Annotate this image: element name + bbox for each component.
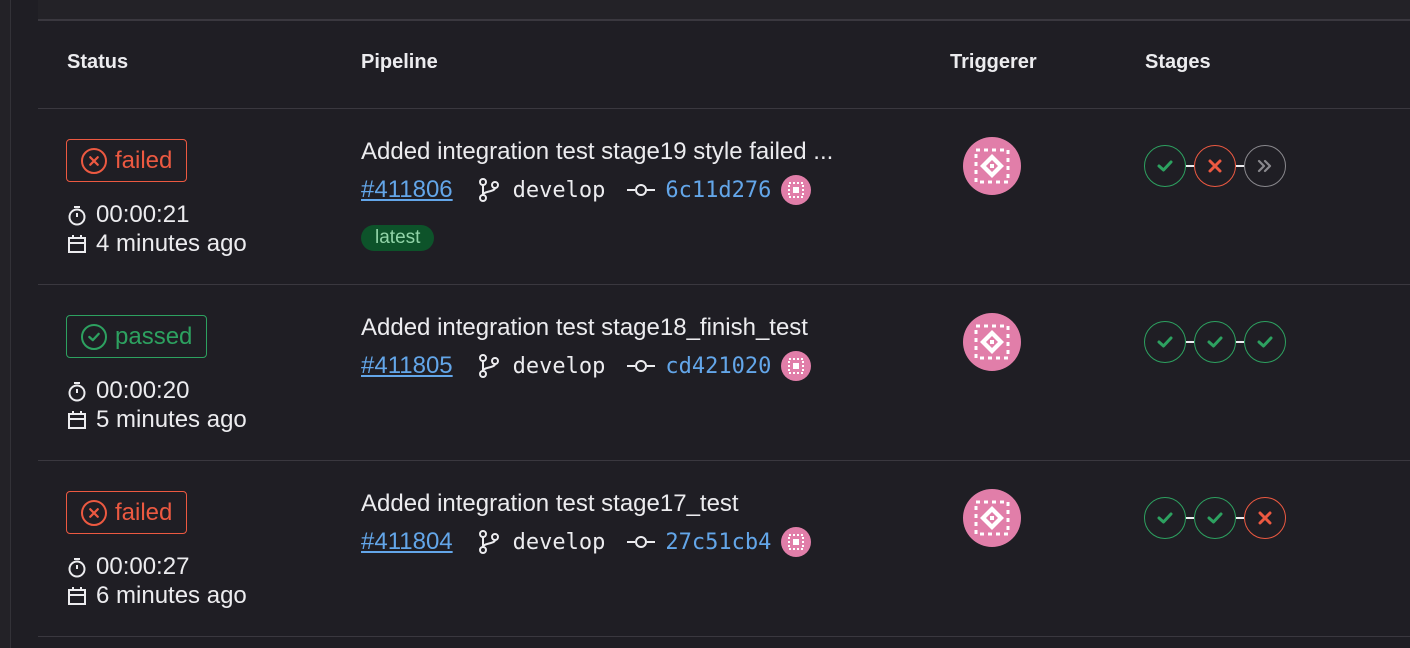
header-triggerer: Triggerer — [950, 51, 1037, 73]
status-label: failed — [115, 146, 173, 174]
stages-graph — [1144, 321, 1286, 363]
commit-sha-link[interactable]: 6c11d276 — [665, 178, 771, 203]
finished-text: 5 minutes ago — [96, 406, 247, 433]
commit-icon — [627, 183, 656, 197]
finished-at: 4 minutes ago — [66, 230, 247, 258]
calendar-icon — [66, 585, 88, 607]
finished-at: 5 minutes ago — [66, 406, 247, 434]
check-icon — [1156, 157, 1174, 175]
check-icon — [1206, 333, 1224, 351]
check-icon — [1256, 333, 1274, 351]
branch-link[interactable]: develop — [513, 354, 606, 379]
finished-text: 4 minutes ago — [96, 230, 247, 257]
latest-tag: latest — [361, 225, 435, 251]
table-row: passed 00:00:20 5 minutes ago Added inte… — [38, 285, 1410, 461]
stage-connector — [1186, 517, 1194, 519]
commit-author-avatar[interactable] — [781, 527, 812, 557]
commit-title[interactable]: Added integration test stage17_test — [361, 490, 739, 518]
pipeline-id-link[interactable]: #411806 — [361, 176, 453, 204]
finished-text: 6 minutes ago — [96, 582, 247, 609]
duration-text: 00:00:21 — [96, 201, 190, 228]
status-badge-failed[interactable]: failed — [66, 139, 188, 182]
finished-at: 6 minutes ago — [66, 582, 247, 610]
check-icon — [1206, 509, 1224, 527]
table-header: Status Pipeline Triggerer Stages — [38, 21, 1410, 109]
stage-failed-button[interactable] — [1194, 145, 1236, 187]
stage-success-button[interactable] — [1194, 321, 1236, 363]
x-icon — [1257, 510, 1273, 526]
skipped-icon — [1256, 157, 1274, 175]
commit-icon — [627, 359, 656, 373]
commit-title[interactable]: Added integration test stage18_finish_te… — [361, 314, 808, 342]
stage-connector — [1236, 165, 1244, 167]
triggerer-avatar[interactable] — [963, 137, 1021, 195]
pipeline-meta: #411805 develop cd421020 — [361, 351, 812, 381]
stage-success-button[interactable] — [1144, 321, 1186, 363]
branch-link[interactable]: develop — [513, 178, 606, 203]
x-circle-icon — [81, 147, 107, 174]
branch-icon — [477, 529, 501, 555]
duration-text: 00:00:20 — [96, 377, 190, 404]
stage-connector — [1186, 165, 1194, 167]
table-row: failed 00:00:21 4 minutes ago Added inte… — [38, 109, 1410, 285]
left-gutter — [0, 0, 11, 648]
branch-link[interactable]: develop — [513, 530, 606, 555]
header-status: Status — [67, 51, 129, 73]
status-label: failed — [115, 498, 173, 526]
commit-sha-link[interactable]: cd421020 — [665, 354, 771, 379]
branch-icon — [477, 177, 501, 203]
status-badge-passed[interactable]: passed — [66, 315, 208, 358]
commit-title[interactable]: Added integration test stage19 style fai… — [361, 138, 833, 166]
status-badge-failed[interactable]: failed — [66, 491, 188, 534]
stage-success-button[interactable] — [1144, 145, 1186, 187]
status-label: passed — [115, 322, 193, 350]
timer-icon — [66, 204, 88, 226]
stages-graph — [1144, 145, 1286, 187]
pipeline-meta: #411804 develop 27c51cb4 — [361, 527, 812, 557]
top-band — [38, 0, 1410, 21]
calendar-icon — [66, 409, 88, 431]
header-stages: Stages — [1145, 51, 1211, 73]
x-icon — [1207, 158, 1223, 174]
check-icon — [1156, 509, 1174, 527]
commit-author-avatar[interactable] — [781, 175, 812, 205]
stage-success-button[interactable] — [1144, 497, 1186, 539]
branch-icon — [477, 353, 501, 379]
timer-icon — [66, 380, 88, 402]
commit-author-avatar[interactable] — [781, 351, 812, 381]
triggerer-avatar[interactable] — [963, 489, 1021, 547]
header-pipeline: Pipeline — [361, 51, 438, 73]
commit-icon — [627, 535, 656, 549]
stage-success-button[interactable] — [1194, 497, 1236, 539]
triggerer-avatar[interactable] — [963, 313, 1021, 371]
stage-connector — [1236, 341, 1244, 343]
stage-connector — [1186, 341, 1194, 343]
duration: 00:00:27 — [66, 553, 189, 581]
stages-graph — [1144, 497, 1286, 539]
calendar-icon — [66, 233, 88, 255]
x-circle-icon — [81, 499, 107, 526]
check-icon — [1156, 333, 1174, 351]
table-row: failed 00:00:27 6 minutes ago Added inte… — [38, 461, 1410, 637]
pipeline-id-link[interactable]: #411805 — [361, 352, 453, 380]
pipelines-table: Status Pipeline Triggerer Stages failed … — [38, 21, 1410, 637]
timer-icon — [66, 556, 88, 578]
duration: 00:00:21 — [66, 201, 189, 229]
stage-success-button[interactable] — [1244, 321, 1286, 363]
stage-connector — [1236, 517, 1244, 519]
duration: 00:00:20 — [66, 377, 189, 405]
commit-sha-link[interactable]: 27c51cb4 — [665, 530, 771, 555]
pipeline-meta: #411806 develop 6c11d276 — [361, 175, 812, 205]
check-circle-icon — [81, 323, 107, 350]
pipeline-id-link[interactable]: #411804 — [361, 528, 453, 556]
stage-failed-button[interactable] — [1244, 497, 1286, 539]
stage-skipped-button[interactable] — [1244, 145, 1286, 187]
duration-text: 00:00:27 — [96, 553, 190, 580]
